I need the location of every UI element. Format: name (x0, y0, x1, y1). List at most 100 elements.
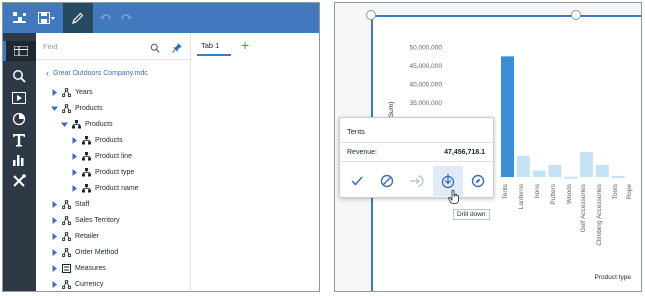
x-tick-label: Tools (612, 183, 619, 199)
tools-icon[interactable] (8, 171, 30, 191)
tree-item[interactable]: Sales Territory (50, 213, 120, 227)
hierarchy-icon (62, 279, 71, 289)
authoring-panel: ‹ Great Outdoors Company.mdc Years Produc… (2, 2, 320, 292)
caret-right-icon[interactable] (70, 152, 78, 160)
caret-right-icon[interactable] (70, 184, 78, 192)
measure-icon (62, 263, 71, 273)
hierarchy-icon (62, 103, 71, 113)
edit-pencil-icon[interactable] (63, 3, 93, 33)
find-input[interactable] (43, 39, 133, 53)
x-tick-label: Putters (550, 183, 557, 204)
tree-item-label: Sales Territory (75, 216, 120, 224)
tree-item-label: Products (85, 120, 113, 128)
tab-1[interactable]: Tab 1 (201, 41, 219, 50)
bar[interactable] (548, 164, 562, 177)
active-tab-indicator (197, 54, 231, 56)
bar[interactable] (564, 176, 578, 179)
tooltip-title: Tents (347, 127, 365, 136)
bar[interactable] (580, 152, 593, 177)
level-icon (82, 151, 91, 161)
bar-selected[interactable] (501, 56, 514, 177)
hierarchy-icon (62, 215, 71, 225)
tree-item-label: Measures (75, 264, 106, 272)
visualization-icon[interactable] (8, 109, 30, 129)
save-icon[interactable] (35, 3, 59, 33)
redo-icon[interactable] (117, 3, 135, 33)
caret-right-icon[interactable] (70, 136, 78, 144)
hierarchy-icon (62, 87, 71, 97)
caret-right-icon[interactable] (50, 232, 58, 240)
add-tab-icon[interactable]: + (241, 38, 249, 52)
tree-item-label: Retailer (75, 232, 100, 240)
x-tick-label: Golf Accessories (580, 183, 587, 232)
keep-only-check-icon[interactable] (342, 166, 372, 196)
caret-right-icon[interactable] (50, 280, 58, 288)
x-tick-label: Rope (626, 184, 633, 200)
y-tick-label: 50,000,000 (409, 45, 442, 52)
tooltip-metric-row: Revenue: 47,456,718.1 (340, 142, 493, 162)
pin-icon[interactable] (172, 40, 182, 58)
tree-item[interactable]: Measures (50, 261, 106, 275)
caret-down-icon[interactable] (60, 120, 68, 128)
caret-right-icon[interactable] (50, 264, 58, 272)
caret-down-icon[interactable] (50, 104, 58, 112)
tree-item[interactable]: Years (50, 85, 93, 99)
x-tick-label: Climbing Accessories (596, 183, 603, 246)
chart-icon[interactable] (8, 150, 30, 170)
tree-item[interactable]: Staff (50, 197, 89, 211)
tooltip-metric-label: Revenue: (347, 149, 377, 156)
hand-cursor-icon (448, 189, 460, 209)
x-tick-label: Tents (502, 183, 509, 199)
caret-right-icon[interactable] (50, 216, 58, 224)
breadcrumb[interactable]: ‹ Great Outdoors Company.mdc (46, 68, 148, 78)
caret-right-icon[interactable] (50, 248, 58, 256)
bar[interactable] (595, 164, 609, 177)
caret-right-icon[interactable] (50, 200, 58, 208)
undo-icon[interactable] (97, 3, 115, 33)
app-toolbar (3, 3, 319, 33)
search-icon[interactable] (8, 66, 30, 86)
exclude-icon[interactable] (372, 166, 402, 196)
tree-item-label: Product name (95, 184, 139, 192)
caret-right-icon[interactable] (70, 168, 78, 176)
tree-item[interactable]: Retailer (50, 229, 99, 243)
data-sources-icon[interactable] (3, 41, 36, 61)
x-tick-label: Irons (534, 183, 541, 198)
expand-icon[interactable] (402, 166, 432, 196)
tree-item-label: Order Method (75, 248, 119, 256)
tooltip-metric-value: 47,456,718.1 (444, 149, 485, 156)
tree-item-label: Products (95, 136, 123, 144)
tree-item[interactable]: Products (60, 117, 113, 131)
tree-item[interactable]: Products (70, 133, 123, 147)
tree-item[interactable]: Currency (50, 277, 103, 291)
tree-item[interactable]: Product type (70, 165, 134, 179)
y-tick-label: 40,000,000 (409, 81, 442, 88)
level-icon (82, 167, 91, 177)
canvas-pane: Tab 1 + (191, 33, 319, 291)
explore-compass-icon[interactable] (463, 166, 493, 196)
tree-item-label: Product type (95, 168, 135, 176)
level-icon (82, 135, 91, 145)
y-tick-label: 45,000,000 (409, 63, 442, 70)
text-icon[interactable] (8, 130, 30, 150)
x-axis-label: Product type (595, 274, 632, 281)
tree-item-label: Currency (75, 280, 104, 288)
drill-down-tooltip: Drill down (453, 209, 490, 220)
tree-item[interactable]: Product name (70, 181, 139, 195)
tree-item[interactable]: Products (50, 101, 103, 115)
find-bar (36, 33, 191, 60)
video-icon[interactable] (8, 88, 30, 108)
hierarchy-icon (62, 247, 71, 257)
search-icon[interactable] (150, 40, 160, 58)
data-tree-pane: ‹ Great Outdoors Company.mdc Years Produc… (36, 33, 191, 291)
bar[interactable] (532, 170, 546, 177)
bar[interactable] (611, 176, 625, 178)
y-tick-label: 35,000,000 (409, 100, 442, 107)
level-icon (82, 183, 91, 193)
tree-item[interactable]: Order Method (50, 245, 118, 259)
tree-item[interactable]: Product line (70, 149, 132, 163)
navigation-icon[interactable] (9, 3, 31, 33)
bar[interactable] (516, 155, 530, 177)
tree-item-label: Staff (75, 200, 90, 208)
caret-right-icon[interactable] (50, 88, 58, 96)
